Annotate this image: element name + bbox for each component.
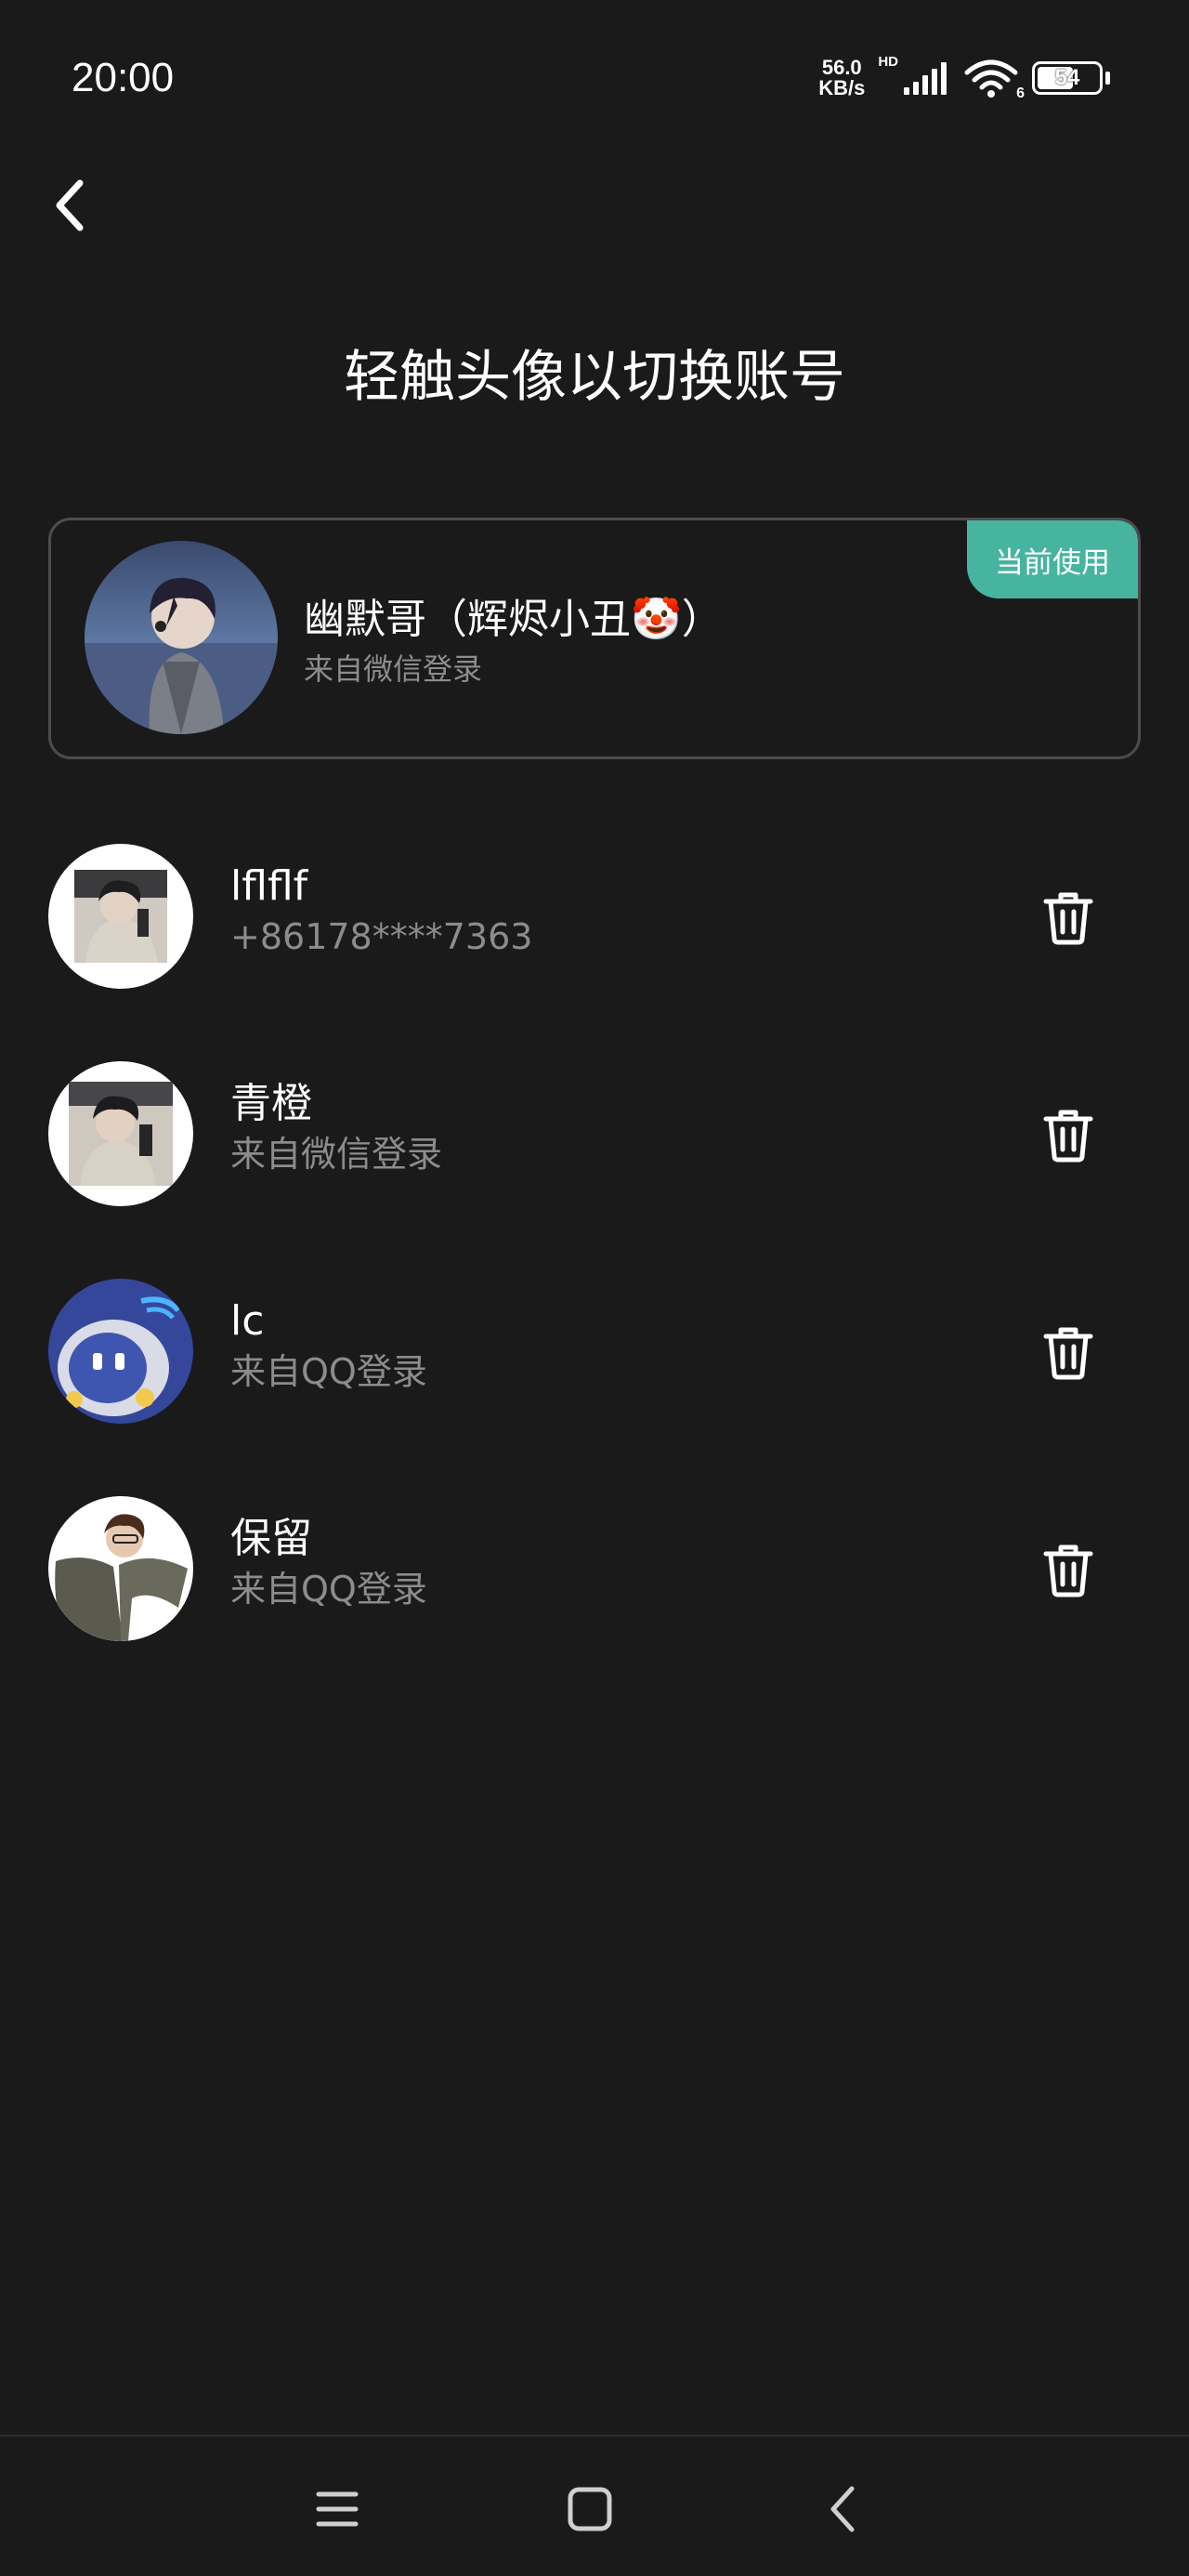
account-source: 来自微信登录 — [230, 1134, 443, 1175]
delete-account-button[interactable] — [1031, 1095, 1105, 1173]
current-account-source: 来自微信登录 — [304, 651, 483, 687]
account-name: lflflf — [230, 862, 308, 910]
account-avatar[interactable] — [48, 1061, 193, 1206]
account-name: 青橙 — [230, 1080, 312, 1127]
account-row: lflflf +86178****7363 — [0, 844, 1189, 1030]
account-avatar[interactable] — [48, 1279, 193, 1424]
current-account-name: 幽默哥（辉烬小丑🤡） — [304, 596, 723, 643]
wifi-badge: 6 — [1016, 85, 1025, 101]
account-name: 保留 — [230, 1515, 312, 1562]
nav-home-button[interactable] — [548, 2472, 632, 2546]
battery-level: 54 — [1054, 65, 1080, 90]
account-avatar[interactable] — [48, 1496, 193, 1641]
status-time: 20:00 — [72, 55, 175, 100]
account-source: +86178****7363 — [230, 916, 533, 957]
account-name: lc — [230, 1297, 265, 1345]
nav-back-button[interactable] — [801, 2472, 884, 2546]
current-account-avatar[interactable] — [85, 541, 278, 734]
account-source: 来自QQ登录 — [230, 1569, 427, 1610]
signal-icon — [904, 62, 947, 95]
delete-account-button[interactable] — [1031, 1530, 1105, 1608]
avatar-image — [48, 844, 193, 989]
trash-icon — [1043, 1327, 1093, 1380]
illustration-avatar-icon — [48, 1496, 193, 1641]
avatar-image — [48, 1061, 193, 1206]
network-speed: 56.0 KB/s — [818, 58, 865, 99]
delete-account-button[interactable] — [1031, 1312, 1105, 1390]
battery-cap — [1105, 72, 1110, 85]
page-title: 轻触头像以切换账号 — [344, 345, 845, 410]
network-speed-value: 56.0 — [821, 56, 862, 79]
network-speed-unit: KB/s — [818, 76, 866, 99]
trash-icon — [1043, 892, 1093, 945]
current-account-card[interactable]: 幽默哥（辉烬小丑🤡） 来自微信登录 当前使用 — [48, 518, 1141, 759]
trash-icon — [1043, 1110, 1093, 1163]
status-icons: 56.0 KB/s HD 6 54 — [818, 54, 1110, 102]
chevron-left-icon — [56, 179, 84, 231]
system-nav-bar — [0, 2435, 1189, 2576]
menu-icon — [316, 2491, 359, 2527]
back-button[interactable] — [41, 173, 97, 238]
account-source: 来自QQ登录 — [230, 1351, 427, 1392]
wifi-indicator: 6 — [963, 58, 1025, 101]
avatar-image — [85, 541, 278, 734]
hd-badge: HD — [878, 54, 898, 70]
nav-menu-button[interactable] — [295, 2472, 379, 2546]
wifi-icon — [964, 59, 1018, 98]
robot-avatar-icon — [48, 1279, 193, 1424]
back-chevron-icon — [830, 2486, 855, 2532]
battery-icon: 54 — [1032, 61, 1103, 95]
status-bar: 20:00 56.0 KB/s HD 6 54 — [0, 0, 1189, 158]
account-row: 青橙 来自微信登录 — [0, 1061, 1189, 1247]
account-row: 保留 来自QQ登录 — [0, 1496, 1189, 1682]
trash-icon — [1043, 1544, 1093, 1597]
account-avatar[interactable] — [48, 844, 193, 989]
delete-account-button[interactable] — [1031, 877, 1105, 955]
account-row: lc 来自QQ登录 — [0, 1279, 1189, 1465]
current-badge: 当前使用 — [967, 520, 1138, 598]
home-square-icon — [568, 2487, 612, 2531]
